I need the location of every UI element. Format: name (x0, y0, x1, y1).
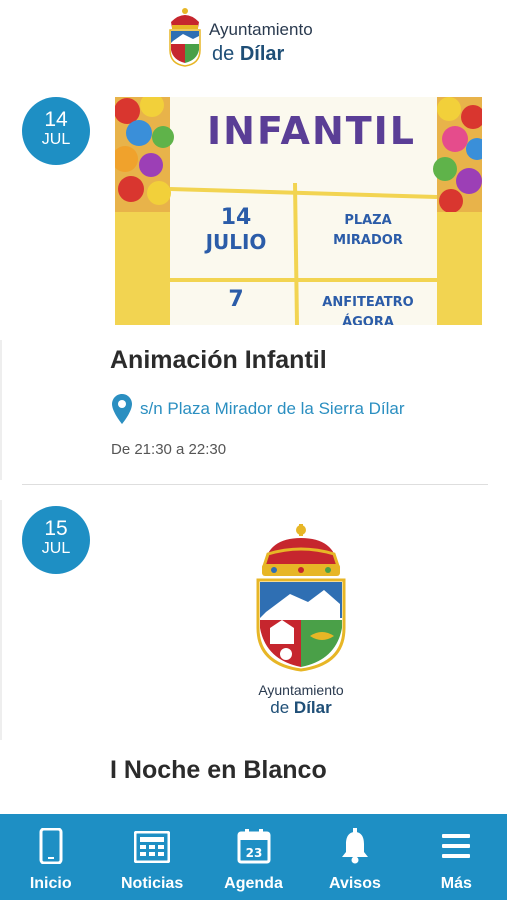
bell-icon (341, 828, 368, 864)
poster-heading: INFANTIL (207, 109, 417, 153)
poster-day2: 7 (228, 287, 244, 312)
poster-place-line1: PLAZA (344, 213, 392, 228)
poster-month: JULIO (205, 230, 267, 254)
date-badge-event-1: 14 JUL (22, 97, 90, 165)
nav-item-inicio[interactable]: Inicio (0, 814, 101, 900)
calendar-day-text: 23 (245, 846, 262, 860)
poster-place2-line1: ANFITEATRO (322, 295, 414, 310)
date-month: JUL (41, 540, 71, 557)
calendar-icon: 23 (237, 829, 271, 864)
poster-place-cell: PLAZA MIRADOR (299, 211, 437, 251)
nav-item-mas[interactable]: Más (406, 814, 507, 900)
logo-text-prefix: de (212, 43, 240, 65)
newspaper-icon (134, 831, 171, 863)
nav-item-avisos[interactable]: Avisos (304, 814, 405, 900)
event-time: De 21:30 a 22:30 (111, 441, 227, 458)
app-header: Ayuntamiento de Dílar (0, 0, 507, 80)
phone-icon (39, 828, 63, 864)
logo-text-name: Dílar (239, 43, 285, 65)
coat-of-arms-icon (169, 8, 201, 67)
event-image-town-logo[interactable]: Ayuntamiento de Dílar (236, 524, 366, 724)
event-poster-infantil[interactable]: INFANTIL 14 JULIO PLAZA MIRADOR 7 ANFITE… (115, 97, 482, 325)
date-badge-event-2: 15 JUL (22, 506, 90, 574)
event-title[interactable]: I Noche en Blanco (110, 756, 327, 785)
logo-text-ayuntamiento: Ayuntamiento (209, 20, 313, 39)
event-location-text: s/n Plaza Mirador de la Sierra Dílar (140, 399, 405, 418)
event-logo-text1: Ayuntamiento (258, 682, 344, 698)
nav-label: Agenda (224, 875, 283, 892)
poster-place2-cell: ANFITEATRO ÁGORA (299, 293, 437, 325)
poster-place-line2: MIRADOR (333, 233, 403, 248)
nav-label: Noticias (120, 875, 184, 892)
nav-label: Más (440, 875, 472, 892)
event-divider (22, 484, 488, 485)
timeline-line (0, 500, 2, 740)
nav-label: Inicio (29, 875, 72, 892)
timeline-line (0, 340, 2, 480)
date-month: JUL (41, 131, 71, 148)
poster-date-cell: 14 JULIO (177, 205, 295, 254)
event-logo-name: Dílar (293, 698, 332, 717)
date-day: 15 (44, 517, 68, 540)
nav-item-agenda[interactable]: 23 Agenda (203, 814, 304, 900)
event-location[interactable]: s/n Plaza Mirador de la Sierra Dílar (112, 394, 405, 424)
date-day: 14 (44, 108, 68, 131)
bottom-navigation: Inicio Noticias 23 Agenda Avisos Más (0, 814, 507, 900)
town-logo[interactable]: Ayuntamiento de Dílar (165, 6, 340, 70)
nav-label: Avisos (328, 875, 381, 892)
event-logo-text2: de Dílar (236, 698, 366, 718)
location-pin-icon (112, 394, 132, 424)
coat-of-arms-icon (256, 524, 346, 672)
menu-icon (442, 834, 471, 858)
poster-day: 14 (220, 205, 252, 230)
poster-place2-line2: ÁGORA (342, 315, 394, 325)
event-title[interactable]: Animación Infantil (110, 346, 327, 375)
nav-item-noticias[interactable]: Noticias (101, 814, 202, 900)
event-logo-prefix: de (270, 698, 294, 717)
logo-text-town: de Dílar (212, 43, 284, 66)
